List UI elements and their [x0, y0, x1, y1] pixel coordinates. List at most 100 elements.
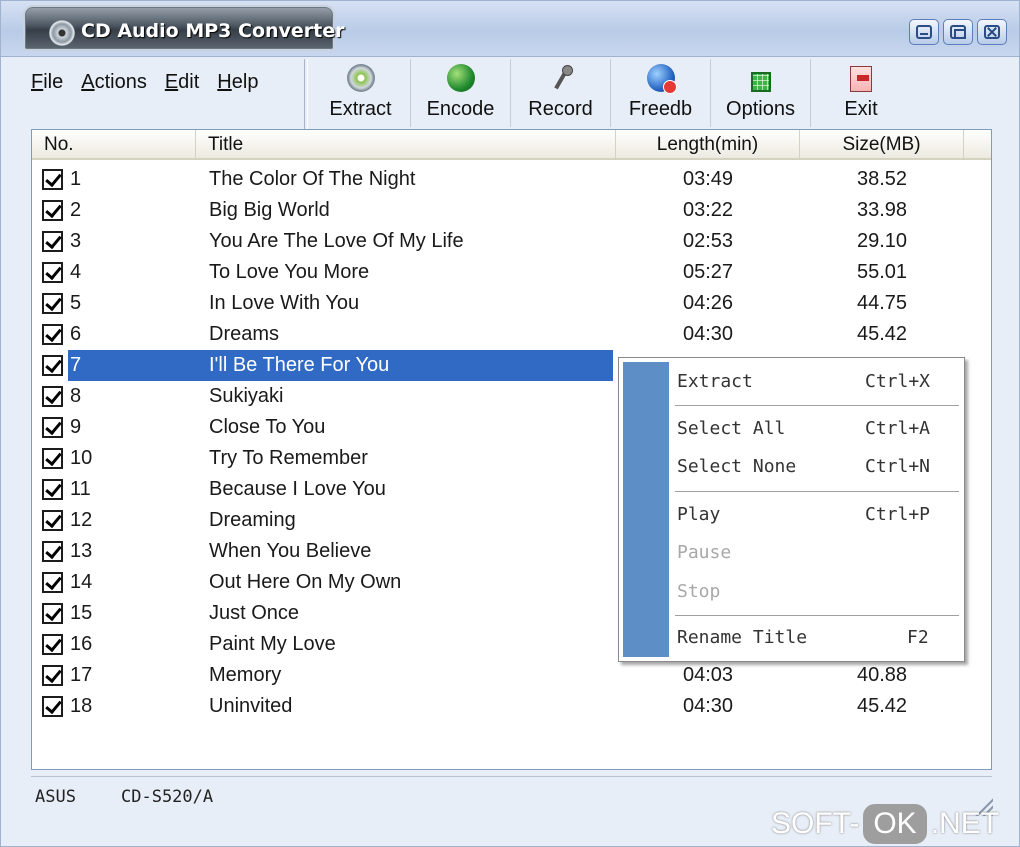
context-rename-title-label: Rename Title [677, 627, 808, 648]
track-checkbox[interactable] [42, 510, 63, 531]
minimize-button[interactable] [909, 19, 939, 45]
extract-icon [346, 64, 375, 92]
app-window: CD Audio MP3 Converter File Actions Edit… [0, 0, 1020, 847]
context-select-all-label: Select All [677, 418, 786, 439]
encode-button[interactable]: Encode [411, 59, 511, 127]
extract-button[interactable]: Extract [311, 59, 411, 127]
context-play-shortcut: Ctrl+P [865, 504, 931, 525]
options-button[interactable]: Options [711, 59, 811, 127]
context-select-all-shortcut: Ctrl+A [865, 418, 931, 439]
title-bar[interactable]: CD Audio MP3 Converter [1, 1, 1019, 57]
track-checkbox[interactable] [42, 417, 63, 438]
freedb-label: Freedb [628, 98, 693, 120]
watermark-left: SOFT- [771, 807, 860, 840]
track-checkbox[interactable] [42, 479, 63, 500]
column-header-size[interactable]: Size(MB) [800, 130, 964, 160]
exit-button[interactable]: Exit [811, 59, 911, 127]
context-stop-label: Stop [677, 581, 721, 602]
context-menu: Extract Ctrl+X Select All Ctrl+A Select … [618, 357, 965, 662]
track-title: Close To You [209, 416, 326, 438]
track-checkbox[interactable] [42, 355, 63, 376]
menu-file[interactable]: File [31, 71, 63, 94]
track-number: 16 [70, 633, 93, 655]
track-checkbox[interactable] [42, 572, 63, 593]
table-row[interactable]: 6 Dreams 04:30 45.42 [32, 319, 991, 350]
track-length: 03:22 [683, 199, 734, 221]
table-row[interactable]: 2 Big Big World 03:22 33.98 [32, 195, 991, 226]
maximize-button[interactable] [943, 19, 973, 45]
track-title: The Color Of The Night [209, 168, 416, 190]
close-button[interactable] [977, 19, 1007, 45]
options-icon [750, 72, 771, 92]
freedb-button[interactable]: Freedb [611, 59, 711, 127]
track-checkbox[interactable] [42, 448, 63, 469]
track-checkbox[interactable] [42, 324, 63, 345]
track-checkbox[interactable] [42, 200, 63, 221]
record-button[interactable]: Record [511, 59, 611, 127]
track-title: Just Once [209, 602, 300, 624]
track-number: 2 [70, 199, 82, 221]
column-header-length[interactable]: Length(min) [616, 130, 800, 160]
track-checkbox[interactable] [42, 603, 63, 624]
track-number: 14 [70, 571, 93, 593]
track-checkbox[interactable] [42, 262, 63, 283]
record-icon [547, 64, 575, 92]
exit-label: Exit [844, 98, 878, 120]
track-checkbox[interactable] [42, 293, 63, 314]
maximize-icon [950, 25, 966, 39]
context-stop: Stop [675, 577, 959, 607]
track-title: I'll Be There For You [209, 354, 390, 376]
table-row[interactable]: 5 In Love With You 04:26 44.75 [32, 288, 991, 319]
menu-help[interactable]: Help [217, 71, 258, 94]
watermark-right: .NET [930, 807, 1000, 840]
context-pause: Pause [675, 538, 959, 568]
track-checkbox[interactable] [42, 696, 63, 717]
menu-actions[interactable]: Actions [81, 71, 147, 94]
track-number: 10 [70, 447, 93, 469]
track-checkbox[interactable] [42, 169, 63, 190]
context-extract[interactable]: Extract Ctrl+X [675, 367, 959, 397]
context-rename-title[interactable]: Rename Title F2 [675, 623, 959, 653]
context-play-label: Play [677, 504, 721, 525]
context-select-all[interactable]: Select All Ctrl+A [675, 414, 959, 444]
track-number: 17 [70, 664, 93, 686]
watermark: SOFT- OK .NET [771, 804, 999, 844]
track-number: 11 [70, 478, 91, 500]
column-header-title[interactable]: Title [196, 130, 616, 160]
track-size: 29.10 [857, 230, 908, 252]
menu-edit[interactable]: Edit [165, 71, 199, 94]
track-number: 3 [70, 230, 82, 252]
column-header-no[interactable]: No. [32, 130, 196, 160]
track-title: Memory [209, 664, 282, 686]
context-separator [675, 615, 959, 617]
context-play[interactable]: Play Ctrl+P [675, 500, 959, 530]
cd-disc-icon [49, 20, 75, 46]
track-number: 5 [70, 292, 82, 314]
track-title: Paint My Love [209, 633, 336, 655]
encode-label: Encode [426, 98, 495, 120]
table-row[interactable]: 3 You Are The Love Of My Life 02:53 29.10 [32, 226, 991, 257]
track-checkbox[interactable] [42, 386, 63, 407]
track-checkbox[interactable] [42, 541, 63, 562]
track-checkbox[interactable] [42, 665, 63, 686]
table-row[interactable]: 17 Memory 04:03 40.88 [32, 660, 991, 691]
context-select-none[interactable]: Select None Ctrl+N [675, 452, 959, 482]
track-title: When You Believe [209, 540, 372, 562]
track-number: 1 [70, 168, 82, 190]
track-size: 38.52 [857, 168, 908, 190]
encode-icon [446, 64, 475, 92]
track-checkbox[interactable] [42, 634, 63, 655]
track-length: 04:03 [683, 664, 734, 686]
track-number: 18 [70, 695, 93, 717]
track-checkbox[interactable] [42, 231, 63, 252]
track-title: Uninvited [209, 695, 293, 717]
exit-icon [850, 66, 872, 92]
track-length: 04:30 [683, 695, 734, 717]
track-number: 8 [70, 385, 82, 407]
context-select-none-shortcut: Ctrl+N [865, 456, 931, 477]
table-row[interactable]: 1 The Color Of The Night 03:49 38.52 [32, 164, 991, 195]
table-row[interactable]: 4 To Love You More 05:27 55.01 [32, 257, 991, 288]
table-row[interactable]: 18 Uninvited 04:30 45.42 [32, 691, 991, 722]
track-number: 9 [70, 416, 82, 438]
context-menu-sidebar [623, 362, 669, 657]
